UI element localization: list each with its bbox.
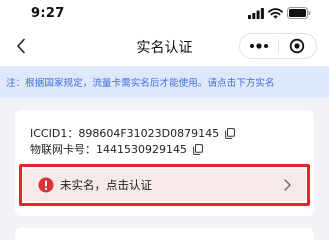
- iccid-row: ICCID1： 898604F31023D0879145: [30, 125, 236, 141]
- copy-icon[interactable]: [225, 127, 236, 139]
- battery-icon: [287, 7, 311, 19]
- mini-program-capsule: [239, 33, 317, 59]
- iccid-value: 898604F31023D0879145: [78, 126, 220, 140]
- close-button[interactable]: [279, 34, 317, 58]
- highlight-box: [19, 164, 310, 206]
- target-circle-icon: [290, 38, 305, 54]
- iot-label: 物联网卡号：: [30, 143, 96, 156]
- more-button[interactable]: [240, 34, 278, 58]
- iot-value: 1441530929145: [96, 142, 187, 156]
- nav-bar: 实名认证: [0, 26, 329, 66]
- more-dots-icon: [249, 43, 268, 49]
- wifi-icon: [268, 7, 283, 19]
- status-time: 9:27: [31, 6, 65, 21]
- iccid-label: ICCID1：: [30, 127, 79, 140]
- iot-card-row: 物联网卡号： 1441530929145: [30, 141, 203, 157]
- status-bar: 9:27: [0, 0, 329, 26]
- signal-icon: [248, 7, 264, 19]
- next-card: [15, 228, 314, 240]
- status-icons: [248, 7, 311, 19]
- notice-text: 注：根据国家规定，流量卡需实名后才能使用。请点击下方实名: [6, 78, 275, 89]
- copy-icon[interactable]: [193, 143, 203, 155]
- screen: 9:27 实名认证 注：根据国家规定，流量卡需实名后才能使用。请点击下方实名 I…: [0, 0, 329, 240]
- notice-banner: 注：根据国家规定，流量卡需实名后才能使用。请点击下方实名: [0, 66, 329, 98]
